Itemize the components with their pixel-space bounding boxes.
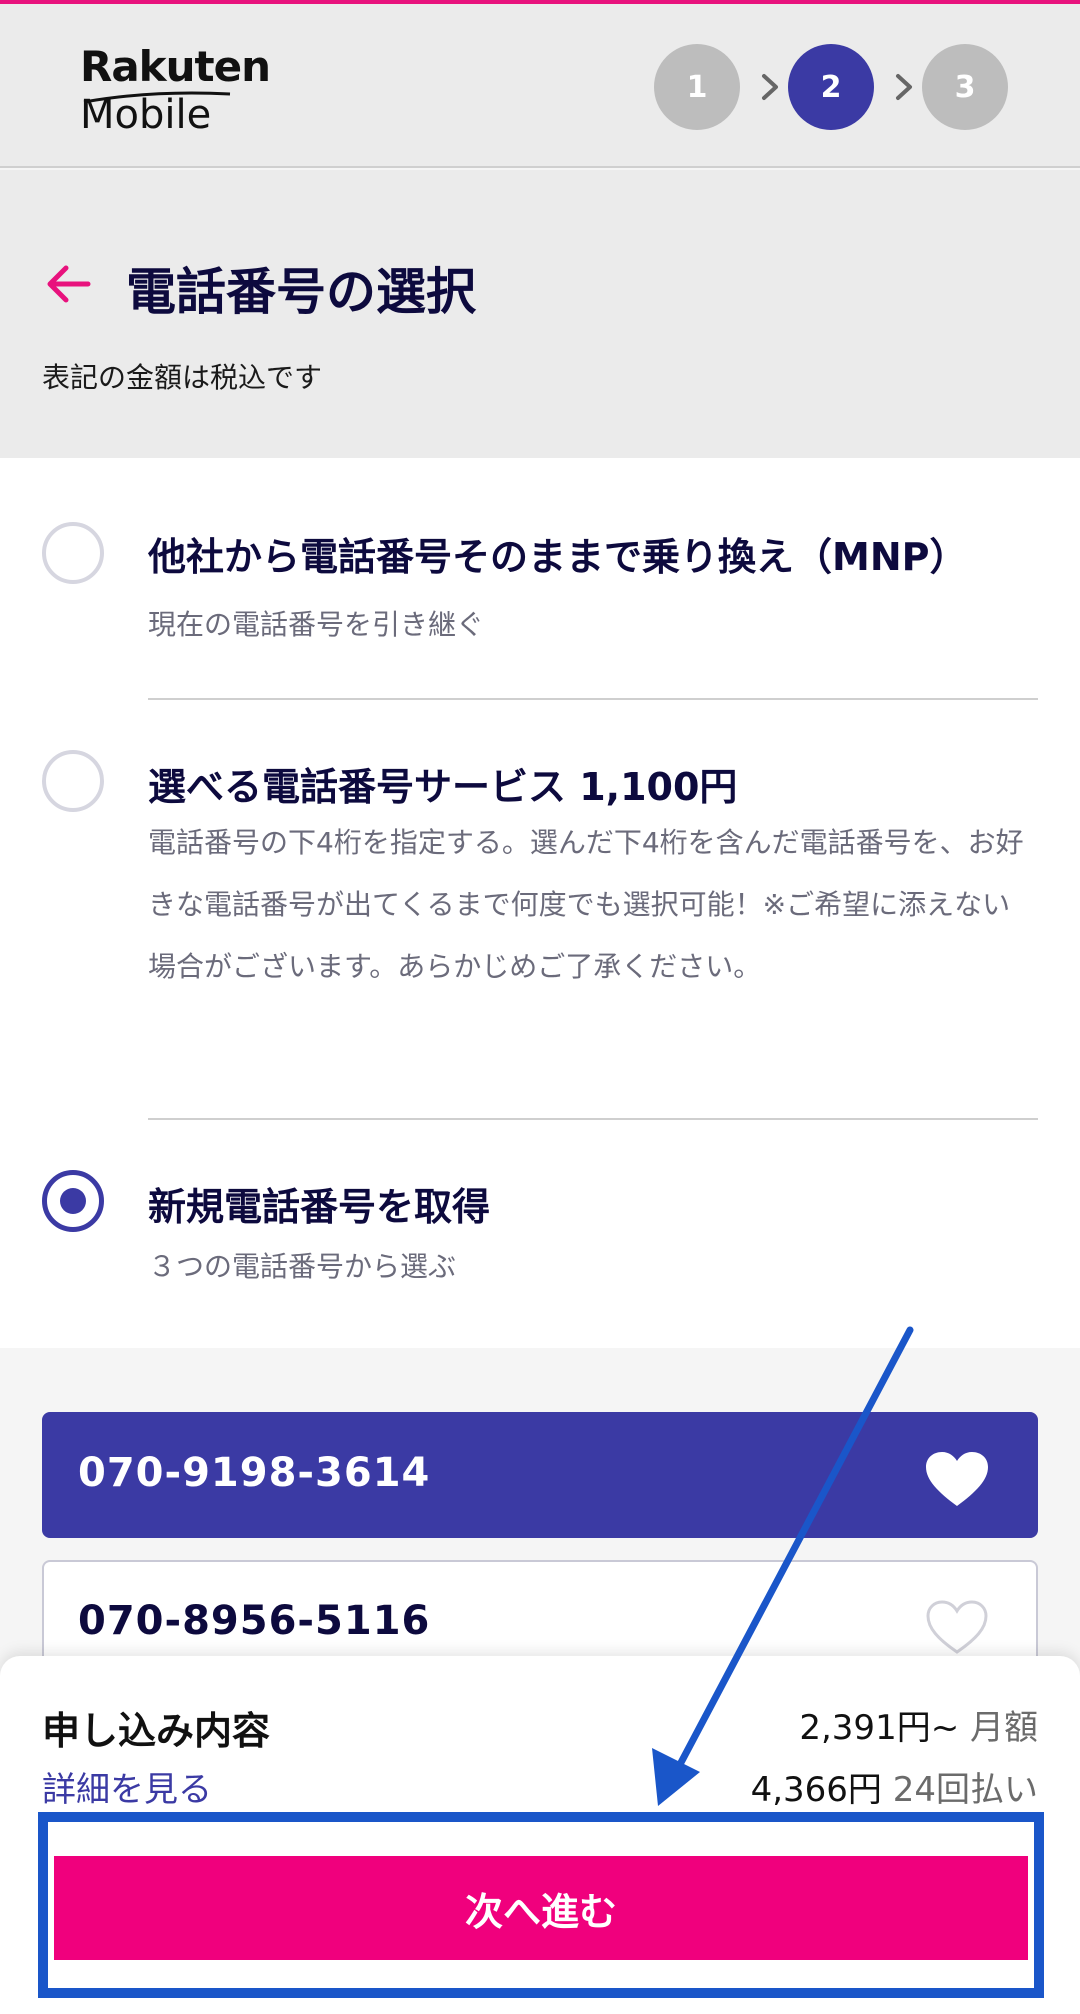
divider <box>148 1118 1038 1120</box>
heart-filled-icon[interactable] <box>924 1450 990 1508</box>
page-title: 電話番号の選択 <box>126 263 476 321</box>
monthly-price-unit: 月額 <box>970 1708 1038 1748</box>
header: Rakuten Mobile 1 2 3 <box>0 4 1080 168</box>
chevron-right-icon <box>762 74 778 100</box>
step-1: 1 <box>654 44 740 130</box>
number-option-list: 他社から電話番号そのままで乗り換え（MNP） 現在の電話番号を引き継ぐ 選べる電… <box>0 458 1080 1348</box>
summary-title: 申し込み内容 <box>42 1709 271 1753</box>
option-title: 新規電話番号を取得 <box>148 1185 491 1229</box>
option-description: 現在の電話番号を引き継ぐ <box>148 608 485 641</box>
divider <box>148 698 1038 700</box>
monthly-price: 2,391円~ 月額 <box>799 1700 1038 1749</box>
phone-number: 070-9198-3614 <box>78 1450 431 1496</box>
title-section: 電話番号の選択 表記の金額は税込です <box>0 170 1080 458</box>
phone-number-card[interactable]: 070-9198-3614 <box>42 1412 1038 1538</box>
step-2: 2 <box>788 44 874 130</box>
logo-text-rakuten: Rakuten <box>80 42 271 91</box>
step-indicator: 1 2 3 <box>654 44 1010 130</box>
option-description: ３つの電話番号から選ぶ <box>148 1250 457 1283</box>
tax-note: 表記の金額は税込です <box>42 361 323 394</box>
heart-outline-icon[interactable] <box>924 1598 990 1656</box>
logo-text-mobile: Mobile <box>80 92 212 138</box>
radio-choose-number[interactable] <box>42 750 104 812</box>
chevron-right-icon <box>896 74 912 100</box>
radio-mnp[interactable] <box>42 522 104 584</box>
radio-new-number[interactable] <box>42 1170 104 1232</box>
option-description: 電話番号の下4桁を指定する。選んだ下4桁を含んだ電話番号を、お好きな電話番号が出… <box>148 826 1024 983</box>
phone-number-list: 070-9198-3614 070-8956-5116 <box>0 1348 1080 1686</box>
installment-price-unit: 24回払い <box>892 1770 1038 1810</box>
phone-number: 070-8956-5116 <box>78 1598 431 1644</box>
option-title: 他社から電話番号そのままで乗り換え（MNP） <box>148 535 968 579</box>
view-details-link[interactable]: 詳細を見る <box>42 1762 212 1811</box>
installment-price: 4,366円 24回払い <box>751 1762 1038 1811</box>
annotation-highlight-box <box>38 1812 1044 1998</box>
rakuten-mobile-logo[interactable]: Rakuten Mobile <box>80 42 271 142</box>
step-3: 3 <box>922 44 1008 130</box>
back-arrow-icon[interactable] <box>44 260 92 308</box>
installment-price-value: 4,366円 <box>750 1770 882 1810</box>
option-title: 選べる電話番号サービス 1,100円 <box>148 765 738 809</box>
monthly-price-value: 2,391円~ <box>799 1708 960 1748</box>
